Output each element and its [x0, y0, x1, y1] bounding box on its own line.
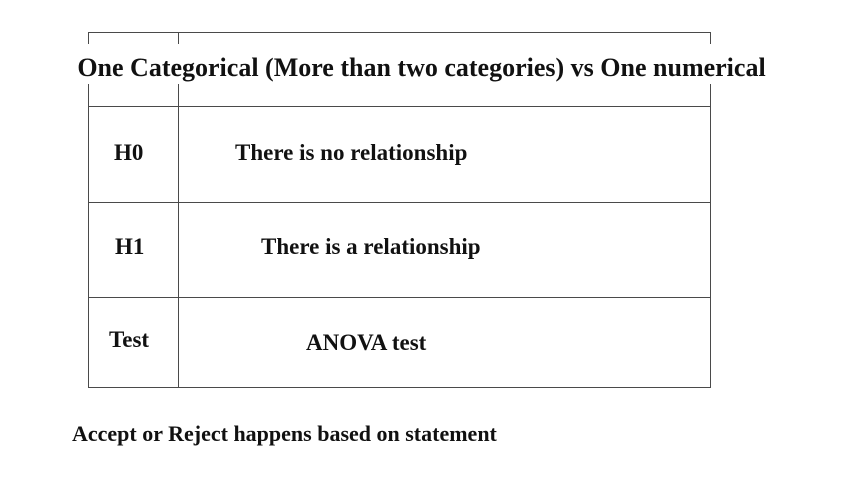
- table-divider-tick: [178, 32, 179, 44]
- footer-note: Accept or Reject happens based on statem…: [72, 421, 497, 446]
- row-divider-3: [88, 297, 711, 298]
- table-header: One Categorical (More than two categorie…: [0, 52, 843, 84]
- row-label-h1: H1: [115, 234, 145, 259]
- table-right-border: [710, 84, 711, 388]
- row-value-h0: There is no relationship: [235, 140, 468, 165]
- table-column-divider: [178, 84, 179, 388]
- row-label-h0: H0: [114, 140, 144, 165]
- table-top-border: [88, 32, 711, 33]
- row-value-h1: There is a relationship: [261, 234, 481, 259]
- row-label-test: Test: [109, 327, 150, 352]
- row-divider-2: [88, 202, 711, 203]
- row-value-test: ANOVA test: [306, 330, 427, 355]
- table-bottom-border: [88, 387, 711, 388]
- row-divider-1: [88, 106, 711, 107]
- table-left-tick: [88, 32, 89, 44]
- table-right-tick: [710, 32, 711, 44]
- table-left-border: [88, 84, 89, 388]
- table-header-text: One Categorical (More than two categorie…: [77, 53, 766, 82]
